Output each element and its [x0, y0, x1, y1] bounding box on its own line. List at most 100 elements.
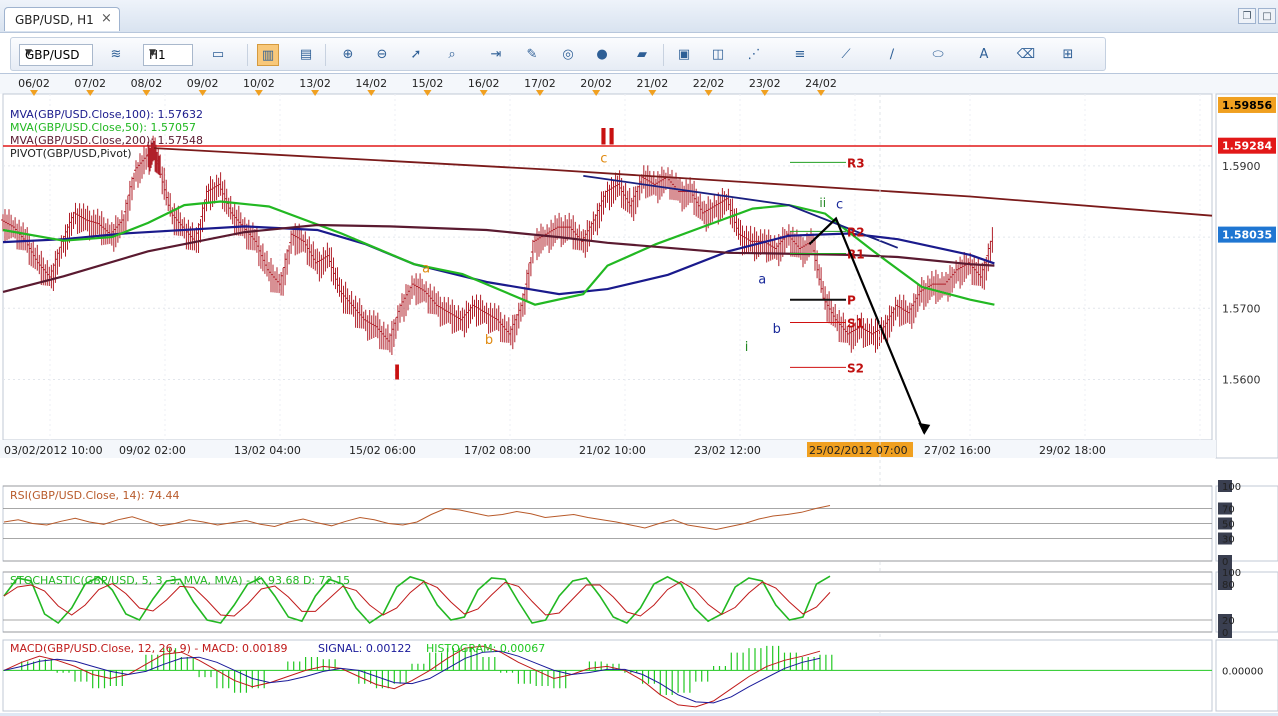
- time-axis-label: 03/02/2012 10:00: [4, 444, 103, 457]
- axis-tick-label: 30: [1222, 535, 1235, 546]
- top-date-label: 15/02: [412, 77, 444, 90]
- axis-tick-label: 20: [1222, 616, 1235, 627]
- toolbar-separator: [663, 44, 664, 66]
- time-axis-label: 23/02 12:00: [694, 444, 761, 457]
- ellipse-icon[interactable]: ⬭: [927, 44, 949, 66]
- line-chart-icon[interactable]: ▤: [295, 44, 317, 66]
- wave-label: I: [393, 360, 400, 384]
- y-tick-label: 1.5900: [1222, 160, 1261, 173]
- time-axis-label: 15/02 06:00: [349, 444, 416, 457]
- tab-bar: GBP/USD, H1 × ❐ □: [0, 0, 1278, 32]
- legend-entry: MVA(GBP/USD.Close,100): 1.57632: [10, 108, 203, 121]
- trendline-icon[interactable]: ⟋: [835, 44, 857, 66]
- top-date-label: 21/02: [637, 77, 669, 90]
- legend-entry: MVA(GBP/USD.Close,50): 1.57057: [10, 121, 196, 134]
- price-tag-label: 1.59856: [1222, 99, 1272, 112]
- signal-label: SIGNAL: 0.00122: [318, 642, 411, 655]
- stochastic-panel: 020 80100 STOCHASTIC(GBP/USD, 5, 3, 3, MVA…: [2, 566, 1278, 639]
- top-date-label: 24/02: [805, 77, 837, 90]
- zoom-in-icon[interactable]: ⊕: [337, 44, 359, 66]
- text-icon[interactable]: A: [973, 44, 995, 66]
- restore-window-icon[interactable]: ❐: [1238, 8, 1256, 24]
- top-date-label: 16/02: [468, 77, 500, 90]
- time-axis-label: 29/02 18:00: [1039, 444, 1106, 457]
- chart-tab[interactable]: GBP/USD, H1 ×: [4, 7, 120, 31]
- top-date-label: 17/02: [524, 77, 556, 90]
- wave-label: a: [422, 262, 430, 277]
- top-date-label: 09/02: [187, 77, 219, 90]
- chevron-down-icon: ▼: [149, 48, 156, 58]
- wave-label: c: [836, 198, 843, 213]
- hline-icon[interactable]: ≡: [789, 44, 811, 66]
- fibonacci-icon[interactable]: ⋰: [743, 44, 765, 66]
- pivot-label: S1: [847, 317, 864, 331]
- wave-label: ii: [819, 196, 826, 210]
- chevron-down-icon: ▼: [25, 48, 32, 58]
- pivot-label: R2: [847, 225, 865, 239]
- toolbar-separator: [247, 44, 248, 66]
- toolbar: GBP/USD ▼ ≋ H1 ▼ ▭ ▥ ▤ ⊕ ⊖ ➚ ⌕ ⇥ ✎ ◎ ● ▰ ▣…: [0, 32, 1278, 74]
- chart-tab-label: GBP/USD, H1: [15, 13, 94, 27]
- axis-tick-label: 100: [1222, 568, 1241, 579]
- top-date-label: 20/02: [580, 77, 612, 90]
- close-tab-icon[interactable]: ×: [101, 11, 112, 26]
- pen-icon[interactable]: ∕: [881, 44, 903, 66]
- chart-svg: 06/02 07/02 08/02 09/02 10/02 13/02 14/02 15/02…: [0, 74, 1278, 713]
- autoscroll-icon[interactable]: ⇥: [485, 44, 507, 66]
- time-axis-label: 25/02/2012 07:00: [809, 444, 908, 457]
- time-axis-label: 13/02 04:00: [234, 444, 301, 457]
- sitemap-icon[interactable]: ⊞: [1057, 44, 1079, 66]
- cursor-icon[interactable]: ➚: [405, 44, 427, 66]
- tick-chart-icon[interactable]: ▭: [207, 44, 229, 66]
- wave-label: a: [758, 272, 766, 287]
- wave-label: c: [600, 151, 607, 166]
- axis-tick-label: 70: [1222, 505, 1235, 516]
- candle-chart-icon[interactable]: ▥: [257, 44, 279, 66]
- price-tag-label: 1.58035: [1222, 229, 1272, 242]
- axis-tick-label: 80: [1222, 580, 1235, 591]
- rsi-panel: 1007050300RSI(GBP/USD.Close, 14): 74.44: [2, 480, 1278, 568]
- macd-panel: 0.00000 MACD(GBP/USD.Close, 12, 26, 9) - …: [2, 639, 1278, 712]
- toolbar-separator: [325, 44, 326, 66]
- top-date-label: 08/02: [131, 77, 163, 90]
- eraser-icon[interactable]: ⌫: [1015, 44, 1037, 66]
- top-date-label: 10/02: [243, 77, 275, 90]
- zoom-area-icon[interactable]: ⌕: [441, 44, 463, 66]
- top-date-label: 23/02: [749, 77, 781, 90]
- top-date-label: 22/02: [693, 77, 725, 90]
- globe-icon[interactable]: ●: [591, 44, 613, 66]
- macd-label: MACD(GBP/USD.Close, 12, 26, 9) - MACD: 0…: [10, 642, 288, 655]
- timeframe-select[interactable]: H1 ▼: [143, 44, 193, 66]
- time-axis-label: 21/02 10:00: [579, 444, 646, 457]
- templates-icon[interactable]: ◫: [707, 44, 729, 66]
- legend-entry: PIVOT(GBP/USD,Pivot): [10, 147, 132, 160]
- price-tag-label: 1.59284: [1222, 140, 1272, 153]
- histogram-label: HISTOGRAM: 0.00067: [426, 642, 545, 655]
- zoom-out-icon[interactable]: ⊖: [371, 44, 393, 66]
- time-axis-label: 17/02 08:00: [464, 444, 531, 457]
- axis-tick-label: 100: [1222, 482, 1241, 493]
- bar-chart-icon[interactable]: ≋: [105, 44, 127, 66]
- axis-tick-label: 50: [1222, 520, 1235, 531]
- pivot-label: P: [847, 294, 856, 308]
- macd-zero-label: 0.00000: [1222, 666, 1263, 677]
- y-tick-label: 1.5600: [1222, 373, 1261, 386]
- ruler-icon[interactable]: ▰: [631, 44, 653, 66]
- top-date-label: 14/02: [355, 77, 387, 90]
- screenshot-icon[interactable]: ▣: [673, 44, 695, 66]
- top-date-label: 06/02: [18, 77, 50, 90]
- crosshair-icon[interactable]: ◎: [557, 44, 579, 66]
- symbol-select[interactable]: GBP/USD ▼: [19, 44, 93, 66]
- pivot-label: S2: [847, 361, 864, 375]
- rsi-label: RSI(GBP/USD.Close, 14): 74.44: [10, 489, 180, 502]
- y-tick-label: 1.5700: [1222, 302, 1261, 315]
- chart-area: 06/02 07/02 08/02 09/02 10/02 13/02 14/02 15/02…: [0, 74, 1278, 713]
- pivot-label: R3: [847, 156, 865, 170]
- stochastic-label: STOCHASTIC(GBP/USD, 5, 3, 3, MVA, MVA) -…: [10, 574, 350, 587]
- add-indicator-icon[interactable]: ✎: [521, 44, 543, 66]
- toolbar-group: GBP/USD ▼ ≋ H1 ▼ ▭ ▥ ▤ ⊕ ⊖ ➚ ⌕ ⇥ ✎ ◎ ● ▰ ▣…: [10, 37, 1106, 71]
- legend-entry: MVA(GBP/USD.Close,200): 1.57548: [10, 134, 203, 147]
- axis-tick-label: 0: [1222, 628, 1228, 639]
- maximize-window-icon[interactable]: □: [1258, 8, 1276, 24]
- time-axis-label: 27/02 16:00: [924, 444, 991, 457]
